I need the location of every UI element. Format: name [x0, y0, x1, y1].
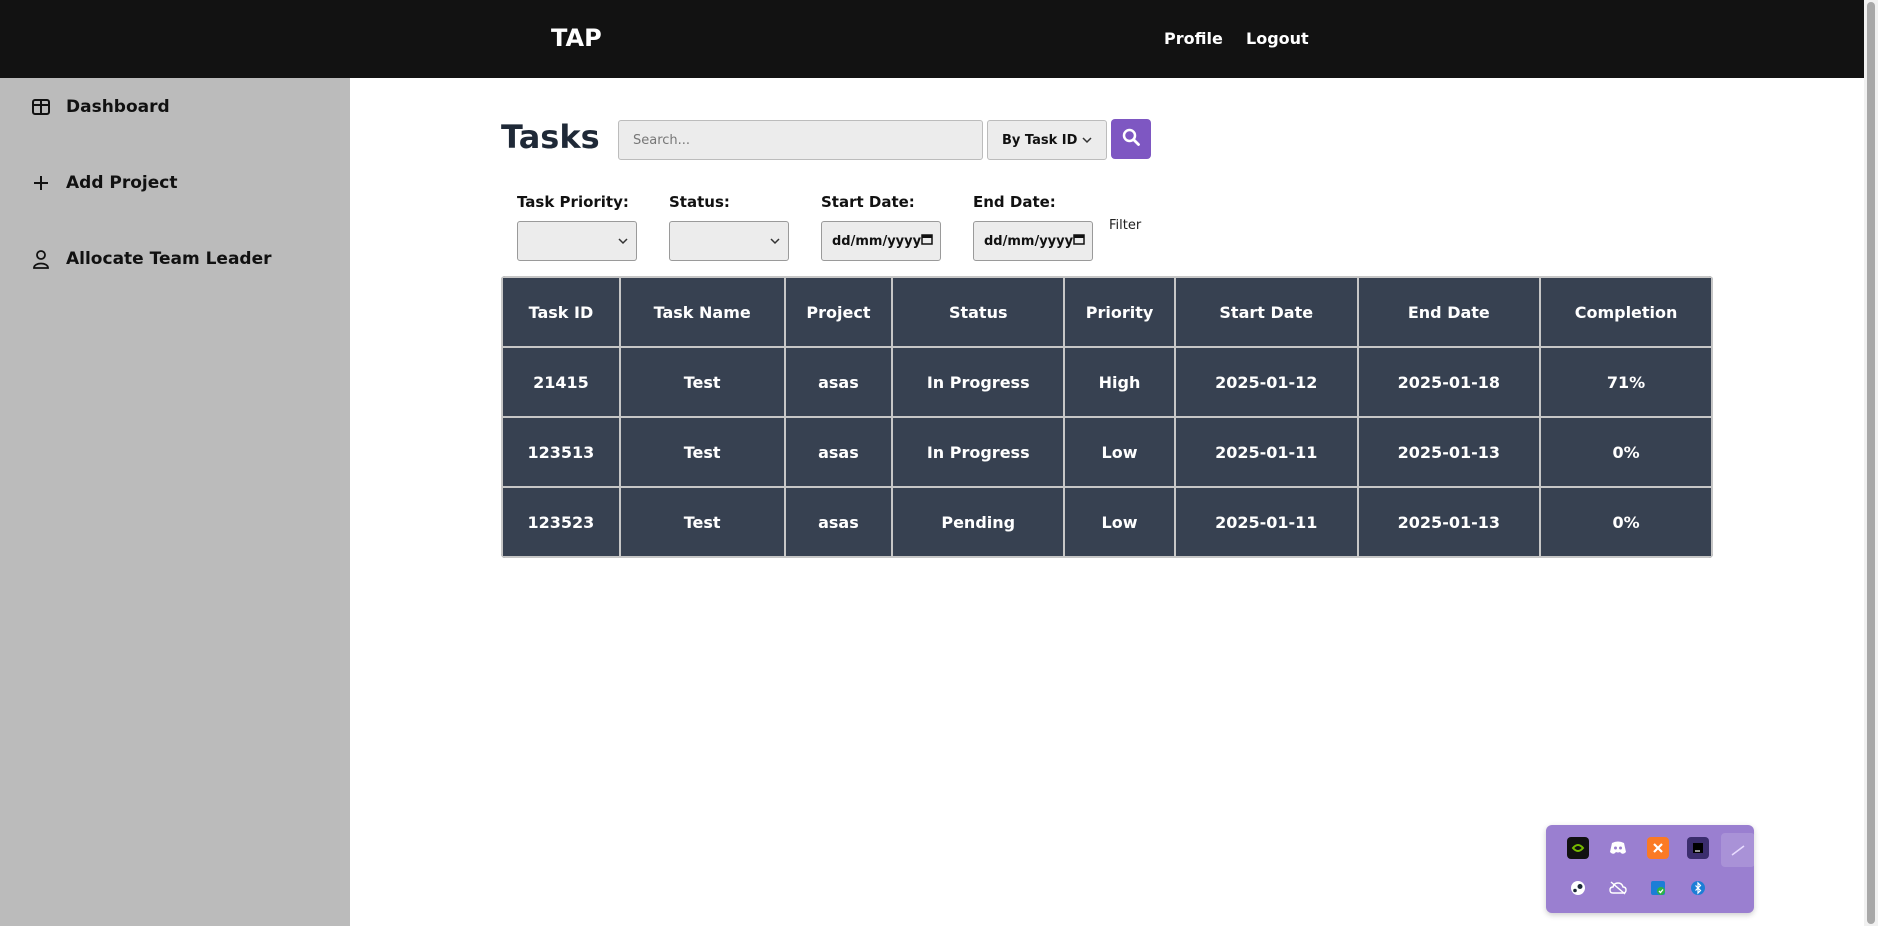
table-cell: 0% [1539, 486, 1713, 558]
table-cell: asas [783, 486, 894, 558]
plus-icon [30, 172, 52, 194]
status-select[interactable] [669, 221, 789, 261]
table-cell: High [1063, 346, 1176, 418]
chevron-down-icon [618, 234, 628, 249]
column-header: Priority [1063, 276, 1176, 348]
table-cell: Pending [891, 486, 1066, 558]
top-navbar: TAP Profile Logout [0, 0, 1864, 78]
table-cell: 2025-01-13 [1356, 416, 1542, 488]
table-cell: 123513 [501, 416, 621, 488]
table-cell: 71% [1539, 346, 1713, 418]
end-date-input[interactable]: dd/mm/yyyy [973, 221, 1093, 261]
start-date-placeholder: dd/mm/yyyy [832, 233, 922, 249]
column-header: Completion [1539, 276, 1713, 348]
sidebar-item-allocate-team-leader[interactable]: Allocate Team Leader [30, 248, 272, 270]
logout-link[interactable]: Logout [1246, 29, 1309, 48]
column-header: End Date [1356, 276, 1542, 348]
table-cell: In Progress [891, 346, 1066, 418]
table-cell: 2025-01-18 [1356, 346, 1542, 418]
search-by-select[interactable]: By Task ID [987, 120, 1107, 160]
end-date-label: End Date: [973, 193, 1056, 211]
calendar-icon [921, 233, 933, 249]
sidebar-item-label: Dashboard [66, 97, 170, 117]
table-cell: Test [618, 486, 786, 558]
search-button[interactable] [1111, 119, 1151, 159]
start-date-label: Start Date: [821, 193, 915, 211]
defender-icon[interactable] [1647, 877, 1669, 899]
table-cell: 2025-01-11 [1173, 416, 1359, 488]
sidebar-item-dashboard[interactable]: Dashboard [30, 96, 170, 118]
tasks-table: Task ID Task Name Project Status Priorit… [501, 276, 1713, 558]
table-header-row: Task ID Task Name Project Status Priorit… [501, 276, 1713, 348]
search-by-value: By Task ID [1002, 132, 1078, 148]
end-date-placeholder: dd/mm/yyyy [984, 233, 1074, 249]
intellij-icon[interactable] [1687, 837, 1709, 859]
column-header: Project [783, 276, 894, 348]
page-title: Tasks [501, 118, 600, 156]
discord-icon[interactable] [1607, 837, 1629, 859]
priority-filter-label: Task Priority: [517, 193, 629, 211]
dashboard-icon [30, 96, 52, 118]
table-cell: Test [618, 346, 786, 418]
table-cell: asas [783, 346, 894, 418]
search-icon [1122, 128, 1140, 150]
search-input[interactable] [618, 120, 983, 160]
table-cell: 21415 [501, 346, 621, 418]
cloud-off-icon[interactable] [1607, 877, 1629, 899]
column-header: Task Name [618, 276, 786, 348]
bluetooth-icon[interactable] [1687, 877, 1709, 899]
chevron-down-icon [770, 234, 780, 249]
table-cell: Test [618, 416, 786, 488]
xampp-icon[interactable] [1647, 837, 1669, 859]
sidebar-item-add-project[interactable]: Add Project [30, 172, 178, 194]
chevron-down-icon [1082, 133, 1092, 148]
sidebar: Dashboard Add Project Allocate Team Lead… [0, 78, 350, 926]
sidebar-item-label: Allocate Team Leader [66, 249, 272, 269]
steam-icon[interactable] [1567, 877, 1589, 899]
table-cell: 2025-01-12 [1173, 346, 1359, 418]
scrollbar-thumb[interactable] [1867, 2, 1875, 924]
table-row[interactable]: 123523 Test asas Pending Low 2025-01-11 … [501, 486, 1713, 558]
status-filter-label: Status: [669, 193, 730, 211]
table-cell: Low [1063, 416, 1176, 488]
column-header: Status [891, 276, 1066, 348]
table-cell: 123523 [501, 486, 621, 558]
sidebar-item-label: Add Project [66, 173, 178, 193]
pen-icon[interactable] [1721, 833, 1755, 867]
table-cell: Low [1063, 486, 1176, 558]
calendar-icon [1073, 233, 1085, 249]
start-date-input[interactable]: dd/mm/yyyy [821, 221, 941, 261]
column-header: Start Date [1173, 276, 1359, 348]
profile-link[interactable]: Profile [1164, 29, 1223, 48]
table-cell: In Progress [891, 416, 1066, 488]
table-cell: asas [783, 416, 894, 488]
table-row[interactable]: 21415 Test asas In Progress High 2025-01… [501, 346, 1713, 418]
system-tray-popup [1546, 825, 1755, 913]
page-scrollbar[interactable] [1864, 0, 1878, 926]
table-row[interactable]: 123513 Test asas In Progress Low 2025-01… [501, 416, 1713, 488]
table-cell: 2025-01-11 [1173, 486, 1359, 558]
table-cell: 2025-01-13 [1356, 486, 1542, 558]
nvidia-icon[interactable] [1567, 837, 1589, 859]
filter-button[interactable]: Filter [1109, 218, 1141, 233]
priority-select[interactable] [517, 221, 637, 261]
table-cell: 0% [1539, 416, 1713, 488]
column-header: Task ID [501, 276, 621, 348]
user-icon [30, 248, 52, 270]
brand-logo[interactable]: TAP [551, 24, 602, 52]
